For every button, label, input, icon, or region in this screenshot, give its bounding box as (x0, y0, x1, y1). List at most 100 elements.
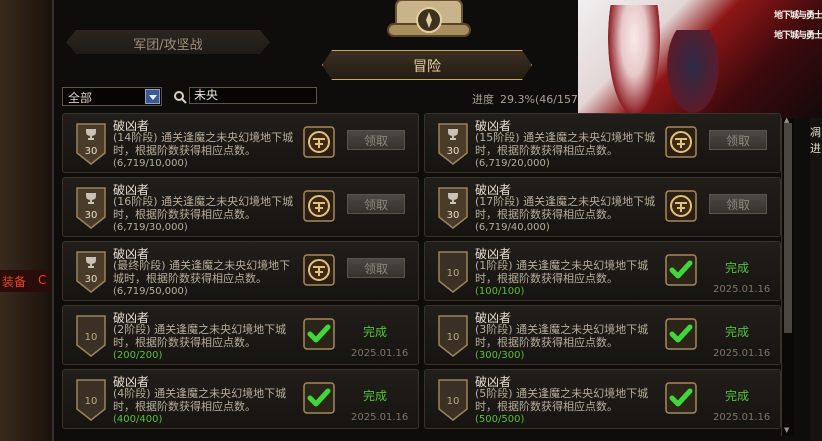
category-dropdown-value: 全部 (68, 91, 93, 105)
achievement-count: (500/500) (475, 414, 525, 425)
achievement-desc: (1阶段) 通关逢魔之未央幻境地下城时，根据阶数获得相应点数。 (475, 259, 649, 285)
achievement-desc: (16阶段) 通关逢魔之未央幻境地下城时，根据阶数获得相应点数。 (113, 195, 294, 221)
points-value: 10 (446, 268, 460, 279)
points-shield-icon: 30 (75, 187, 107, 229)
reward-emblem-icon (303, 190, 335, 222)
achievement-card: 30 破凶者 (16阶段) 通关逢魔之未央幻境地下城时，根据阶数获得相应点数。 (6,… (62, 177, 419, 237)
side-char-1: 凋 (810, 126, 821, 139)
completion-date: 2025.01.16 (713, 284, 771, 295)
achievement-count: (6,719/10,000) (113, 158, 188, 169)
search-icon (173, 89, 187, 104)
achievement-count: (400/400) (113, 414, 163, 425)
equipment-label: 装备 (2, 275, 27, 289)
points-value: 30 (84, 146, 98, 157)
completion-date: 2025.01.16 (713, 348, 771, 359)
search-input[interactable]: 未央 (189, 87, 317, 104)
achievement-card: 10 破凶者 (5阶段) 通关逢魔之未央幻境地下城时，根据阶数获得相应点数。 (500… (424, 369, 781, 429)
reward-emblem-icon (303, 126, 335, 158)
claim-button[interactable]: 领取 (709, 194, 767, 214)
points-shield-icon: 30 (437, 187, 469, 229)
achievement-card: 10 破凶者 (3阶段) 通关逢魔之未央幻境地下城时，根据阶数获得相应点数。 (300… (424, 305, 781, 365)
achievement-desc: (2阶段) 通关逢魔之未央幻境地下城时，根据阶数获得相应点数。 (113, 323, 287, 349)
achievement-count: (6,719/40,000) (475, 222, 550, 233)
tab-guild-siege-label: 军团/攻坚战 (133, 38, 203, 53)
completed-check-icon (303, 382, 335, 414)
achievement-card: 30 破凶者 (14阶段) 通关逢魔之未央幻境地下城时，根据阶数获得相应点数。 (6,… (62, 113, 419, 173)
promo-banner[interactable]: 地下城与勇士 地下城与勇士 (578, 0, 822, 118)
tab-adventure[interactable]: 冒险 (322, 50, 532, 80)
achievement-card: 10 破凶者 (2阶段) 通关逢魔之未央幻境地下城时，根据阶数获得相应点数。 (200… (62, 305, 419, 365)
completed-check-icon (303, 318, 335, 350)
achievement-list: 30 破凶者 (14阶段) 通关逢魔之未央幻境地下城时，根据阶数获得相应点数。 (6,… (62, 113, 794, 437)
side-char-2: 进 (810, 142, 821, 155)
achievement-desc: (4阶段) 通关逢魔之未央幻境地下城时，根据阶数获得相应点数。 (113, 387, 287, 413)
equipment-strip: 装备 C (0, 270, 50, 292)
completed-label: 完成 (363, 389, 388, 403)
achievement-card: 30 破凶者 (15阶段) 通关逢魔之未央幻境地下城时，根据阶数获得相应点数。 (6,… (424, 113, 781, 173)
achievement-card: 10 破凶者 (4阶段) 通关逢魔之未央幻境地下城时，根据阶数获得相应点数。 (400… (62, 369, 419, 429)
points-value: 10 (84, 332, 98, 343)
achievement-desc: (15阶段) 通关逢魔之未央幻境地下城时，根据阶数获得相应点数。 (475, 131, 656, 157)
points-shield-icon: 30 (75, 123, 107, 165)
points-value: 10 (446, 396, 460, 407)
claim-button[interactable]: 领取 (347, 258, 405, 278)
completed-check-icon (665, 254, 697, 286)
reward-emblem-icon (303, 254, 335, 286)
points-shield-icon: 10 (437, 379, 469, 421)
points-value: 30 (446, 146, 460, 157)
points-shield-icon: 10 (437, 251, 469, 293)
completed-check-icon (665, 382, 697, 414)
side-mark: C (38, 273, 47, 287)
points-shield-icon: 10 (75, 315, 107, 357)
achievement-card: 10 破凶者 (1阶段) 通关逢魔之未央幻境地下城时，根据阶数获得相应点数。 (100… (424, 241, 781, 301)
completion-date: 2025.01.16 (351, 412, 409, 423)
completed-label: 完成 (725, 389, 750, 403)
points-shield-icon: 30 (75, 251, 107, 293)
banner-logo-2: 地下城与勇士 (774, 31, 822, 41)
completed-label: 完成 (725, 261, 750, 275)
points-value: 10 (446, 332, 460, 343)
completed-check-icon (665, 318, 697, 350)
points-shield-icon: 30 (437, 123, 469, 165)
tab-guild-siege[interactable]: 军团/攻坚战 (66, 30, 270, 54)
achievement-count: (6,719/20,000) (475, 158, 550, 169)
claim-button[interactable]: 领取 (347, 194, 405, 214)
achievement-desc: (5阶段) 通关逢魔之未央幻境地下城时，根据阶数获得相应点数。 (475, 387, 649, 413)
achievement-desc: (3阶段) 通关逢魔之未央幻境地下城时，根据阶数获得相应点数。 (475, 323, 649, 349)
banner-logo-1: 地下城与勇士 (774, 11, 822, 21)
achievement-count: (6,719/50,000) (113, 286, 188, 297)
achievement-desc: (17阶段) 通关逢魔之未央幻境地下城时，根据阶数获得相应点数。 (475, 195, 656, 221)
category-dropdown[interactable]: 全部 (62, 87, 162, 106)
points-value: 10 (84, 396, 98, 407)
points-value: 30 (84, 274, 98, 285)
reward-emblem-icon (665, 126, 697, 158)
completion-date: 2025.01.16 (713, 412, 771, 423)
claim-button[interactable]: 领取 (709, 130, 767, 150)
game-background-right: 凋 进 (808, 118, 822, 441)
scroll-down-icon[interactable]: ▼ (784, 426, 789, 434)
completed-label: 完成 (725, 325, 750, 339)
reward-emblem-icon (665, 190, 697, 222)
progress-label: 进度 (472, 93, 494, 106)
scrollbar-thumb[interactable] (784, 123, 792, 333)
game-background-left: 装备 C (0, 0, 58, 441)
completion-date: 2025.01.16 (351, 348, 409, 359)
achievement-card: 30 破凶者 (最终阶段) 通关逢魔之未央幻境地下城时，根据阶数获得相应点数。 (6,… (62, 241, 419, 301)
chevron-down-icon[interactable] (145, 89, 160, 104)
achievement-count: (100/100) (475, 286, 525, 297)
achievement-count: (300/300) (475, 350, 525, 361)
points-value: 30 (84, 210, 98, 221)
achievement-card: 30 破凶者 (17阶段) 通关逢魔之未央幻境地下城时，根据阶数获得相应点数。 (6,… (424, 177, 781, 237)
tab-adventure-label: 冒险 (413, 59, 441, 75)
list-scrollbar[interactable]: ▲ ▼ (781, 116, 794, 436)
completed-label: 完成 (363, 325, 388, 339)
claim-button[interactable]: 领取 (347, 130, 405, 150)
points-shield-icon: 10 (437, 315, 469, 357)
progress-readout: 进度 29.3%(46/157) (472, 91, 582, 107)
points-shield-icon: 10 (75, 379, 107, 421)
achievement-count: (200/200) (113, 350, 163, 361)
achievement-desc: (最终阶段) 通关逢魔之未央幻境地下城时，根据阶数获得相应点数。 (113, 259, 291, 285)
points-value: 30 (446, 210, 460, 221)
achievement-count: (6,719/30,000) (113, 222, 188, 233)
scroll-compass-emblem-icon (384, 0, 474, 42)
